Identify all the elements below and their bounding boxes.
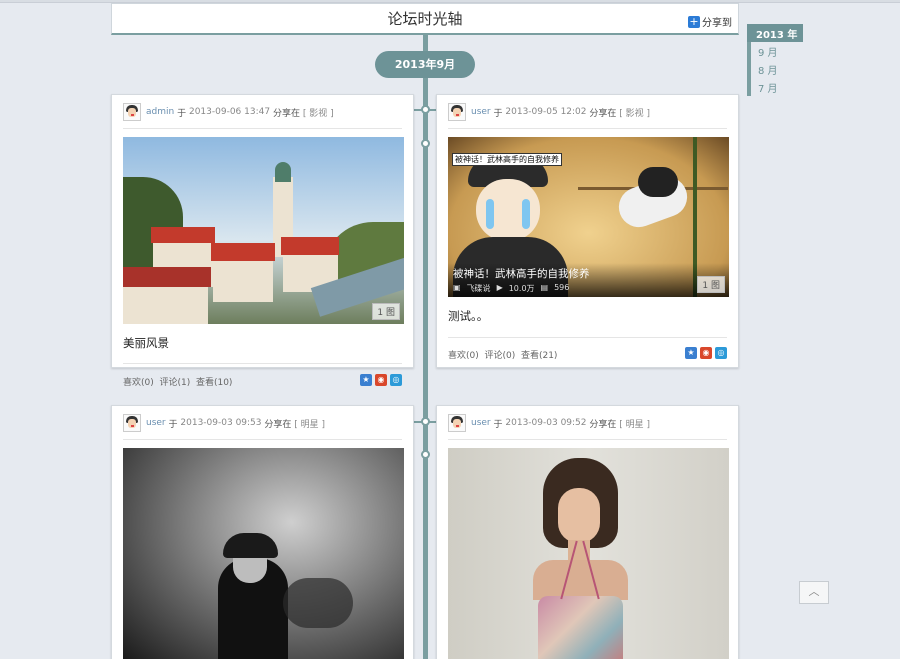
tencent-weibo-share-icon[interactable]: ◎ xyxy=(390,374,402,386)
timeline-spine xyxy=(423,35,428,659)
video-plays: 10.0万 xyxy=(508,284,535,293)
video-top-title: 被神话！武林高手的自我修养 xyxy=(452,153,562,166)
avatar[interactable] xyxy=(448,103,466,121)
timeline-node xyxy=(421,417,430,426)
post-time: 2013-09-03 09:53 xyxy=(180,418,262,428)
post-time: 2013-09-06 13:47 xyxy=(188,107,271,117)
page-header: 论坛时光轴 + 分享到 xyxy=(111,3,739,35)
divider xyxy=(448,128,727,129)
share-icons: ★ ◉ ◎ xyxy=(685,347,727,359)
share-to-label: 分享到 xyxy=(702,18,732,29)
post-author[interactable]: user xyxy=(471,107,491,117)
back-to-top-button[interactable]: ︿ xyxy=(799,581,829,604)
post-card: admin 于 2013-09-06 13:47 分享在 [ 影视 ] 1 图 … xyxy=(111,94,414,388)
post-author[interactable]: user xyxy=(471,418,491,428)
post-meta: user 于 2013-09-05 12:02 分享在 [ 影视 ] xyxy=(448,103,650,121)
share-icons: ★ ◉ ◎ xyxy=(360,374,402,386)
meta-text: 分享在 xyxy=(589,419,617,430)
tencent-weibo-share-icon[interactable]: ◎ xyxy=(715,347,727,359)
post-card: user 于 2013-09-05 12:02 分享在 [ 影视 ] 被神话！武… xyxy=(436,94,739,368)
meta-text: 分享在 xyxy=(589,108,617,119)
month-nav-item-9[interactable]: 9 月 xyxy=(751,42,803,60)
divider xyxy=(123,128,402,129)
comment-link[interactable]: 评论(1) xyxy=(159,378,190,388)
meta-text: 于 xyxy=(177,108,187,119)
month-list: 9 月 8 月 7 月 xyxy=(747,42,803,96)
like-link[interactable]: 喜欢(0) xyxy=(448,351,479,361)
timeline-month-label[interactable]: 2013年9月 xyxy=(375,51,475,78)
avatar[interactable] xyxy=(123,103,141,121)
divider xyxy=(448,337,727,338)
post-image[interactable]: 1 图 xyxy=(123,137,404,324)
timeline-node xyxy=(421,139,430,148)
post-card: user 于 2013-09-03 09:53 分享在 [ 明星 ] xyxy=(111,405,414,659)
post-meta: admin 于 2013-09-06 13:47 分享在 [ 影视 ] xyxy=(123,103,334,121)
play-icon: ▶ xyxy=(496,283,503,292)
post-time: 2013-09-03 09:52 xyxy=(505,418,587,428)
post-category[interactable]: [ 影视 ] xyxy=(619,106,650,119)
timeline-node xyxy=(421,450,430,459)
image-count-badge: 1 图 xyxy=(697,276,725,293)
year-navigation: 2013 年 9 月 8 月 7 月 xyxy=(747,24,803,96)
post-category[interactable]: [ 明星 ] xyxy=(294,417,325,430)
post-author[interactable]: user xyxy=(146,418,166,428)
timeline-node xyxy=(421,105,430,114)
comment-icon: ▤ xyxy=(540,283,549,292)
avatar[interactable] xyxy=(448,414,466,432)
meta-text: 分享在 xyxy=(264,419,292,430)
post-category[interactable]: [ 影视 ] xyxy=(303,106,334,119)
post-category[interactable]: [ 明星 ] xyxy=(619,417,650,430)
plus-icon: + xyxy=(688,14,700,28)
video-stats: ▣ 飞碟说 ▶ 10.0万 ▤ 596 xyxy=(453,283,569,294)
divider xyxy=(123,439,402,440)
post-card: user 于 2013-09-03 09:52 分享在 [ 明星 ] xyxy=(436,405,739,659)
meta-text: 于 xyxy=(493,419,503,430)
post-image[interactable] xyxy=(123,448,404,659)
weibo-share-icon[interactable]: ◉ xyxy=(375,374,387,386)
uploader-icon: ▣ xyxy=(453,283,461,292)
video-uploader: 飞碟说 xyxy=(466,284,491,293)
post-image[interactable] xyxy=(448,448,729,659)
post-stats: 喜欢(0) 评论(0) 查看(21) xyxy=(448,348,557,361)
video-title: 被神话！武林高手的自我修养 xyxy=(453,268,590,280)
divider xyxy=(448,439,727,440)
post-meta: user 于 2013-09-03 09:52 分享在 [ 明星 ] xyxy=(448,414,650,432)
divider xyxy=(123,363,402,364)
share-to-button[interactable]: + 分享到 xyxy=(688,14,732,29)
post-time: 2013-09-05 12:02 xyxy=(505,107,587,117)
meta-text: 于 xyxy=(493,108,503,119)
post-meta: user 于 2013-09-03 09:53 分享在 [ 明星 ] xyxy=(123,414,325,432)
post-stats: 喜欢(0) 评论(1) 查看(10) xyxy=(123,375,232,388)
avatar[interactable] xyxy=(123,414,141,432)
post-caption[interactable]: 测试。。 xyxy=(448,308,488,324)
year-nav-item-2013[interactable]: 2013 年 xyxy=(747,24,803,42)
video-comments: 596 xyxy=(554,283,570,292)
view-count: 查看(21) xyxy=(520,351,558,361)
meta-text: 分享在 xyxy=(272,108,300,119)
month-nav-item-8[interactable]: 8 月 xyxy=(751,60,803,78)
page-title: 论坛时光轴 xyxy=(387,10,463,28)
comment-link[interactable]: 评论(0) xyxy=(484,351,515,361)
image-count-badge: 1 图 xyxy=(372,303,400,320)
month-nav-item-7[interactable]: 7 月 xyxy=(751,78,803,96)
post-author[interactable]: admin xyxy=(146,107,174,117)
meta-text: 于 xyxy=(168,419,178,430)
qzone-share-icon[interactable]: ★ xyxy=(360,374,372,386)
post-caption[interactable]: 美丽风景 xyxy=(123,335,169,351)
qzone-share-icon[interactable]: ★ xyxy=(685,347,697,359)
post-image[interactable]: 被神话！武林高手的自我修养 被神话！武林高手的自我修养 ▣ 飞碟说 ▶ 10.0万 … xyxy=(448,137,729,297)
like-link[interactable]: 喜欢(0) xyxy=(123,378,154,388)
view-count: 查看(10) xyxy=(195,378,233,388)
weibo-share-icon[interactable]: ◉ xyxy=(700,347,712,359)
